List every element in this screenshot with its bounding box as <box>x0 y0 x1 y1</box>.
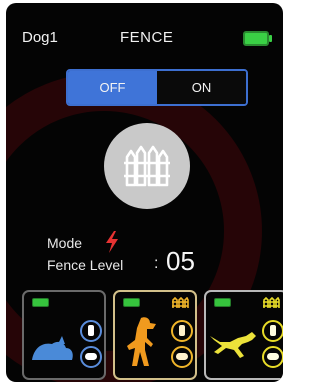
fence-icon <box>172 297 189 308</box>
battery-icon <box>32 298 49 307</box>
dog-name[interactable]: Dog1 <box>22 29 58 46</box>
fence-level-label: Fence Level <box>47 257 124 273</box>
vibrate-icon[interactable] <box>262 320 283 342</box>
fence-icon <box>124 145 170 187</box>
fence-level-separator: : <box>154 255 159 272</box>
fence-on-off-toggle[interactable]: OFF ON <box>66 69 248 106</box>
mode-label: Mode <box>47 235 83 251</box>
fence-button[interactable] <box>104 123 190 209</box>
battery-full-icon <box>243 31 272 46</box>
fence-icon <box>263 297 280 308</box>
vibrate-icon[interactable] <box>80 320 102 342</box>
dog-card-2[interactable] <box>113 290 197 380</box>
lightning-bolt-icon[interactable] <box>104 231 120 253</box>
battery-icon <box>214 298 231 307</box>
tone-icon[interactable] <box>262 346 283 368</box>
status-bar: Dog1 FENCE <box>6 3 283 46</box>
device-screen: Dog1 FENCE OFF ON Mode Fence Level : 05 <box>6 3 283 382</box>
toggle-off-button[interactable]: OFF <box>68 71 157 104</box>
vibrate-icon[interactable] <box>171 320 193 342</box>
toggle-on-button[interactable]: ON <box>157 71 246 104</box>
tone-icon[interactable] <box>80 346 102 368</box>
leaping-dog-icon <box>210 332 256 358</box>
tone-icon[interactable] <box>171 346 193 368</box>
battery-icon <box>123 298 140 307</box>
lying-dog-icon <box>32 336 73 360</box>
standing-dog-icon <box>127 317 156 366</box>
dog-card-1[interactable] <box>22 290 106 380</box>
dog-card-3[interactable] <box>204 290 283 380</box>
page-title: FENCE <box>120 29 174 46</box>
fence-level-value[interactable]: 05 <box>166 246 195 277</box>
